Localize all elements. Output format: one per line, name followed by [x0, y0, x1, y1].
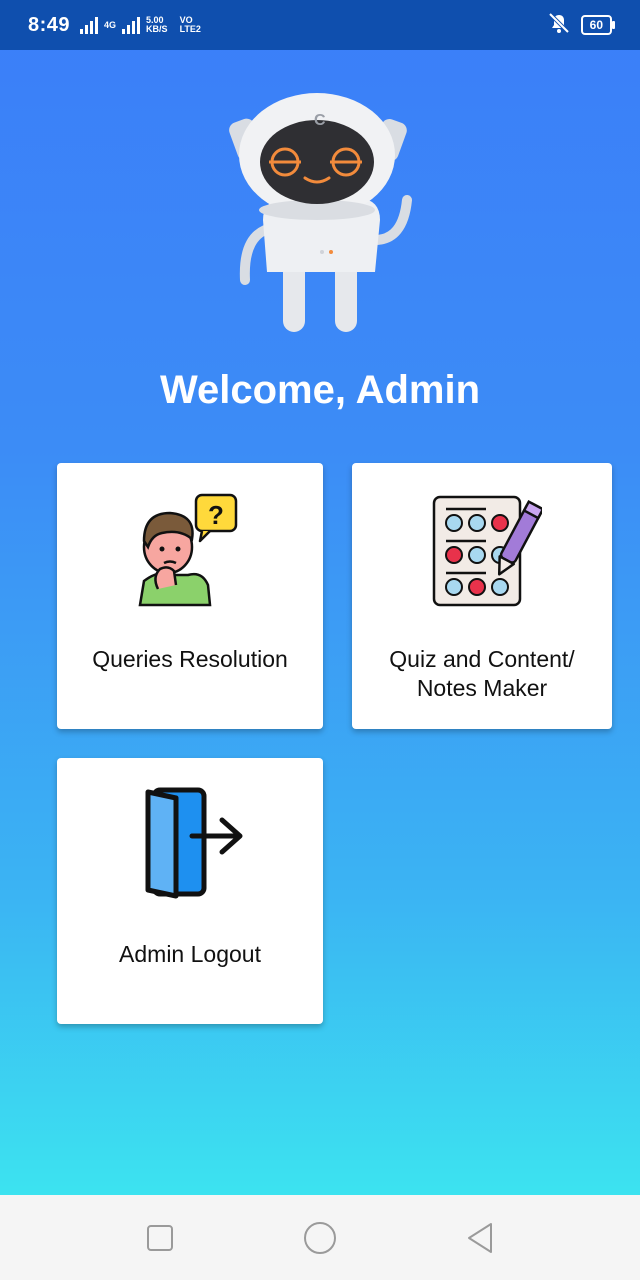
robot-mascot: C — [225, 90, 425, 340]
net-speed: 5.00 KB/S — [146, 16, 174, 34]
status-bar: 8:49 4G 5.00 KB/S VO LTE2 60 — [0, 0, 640, 50]
quiz-label-line-2: Notes Maker — [416, 675, 548, 701]
signal-icon — [80, 16, 99, 34]
admin-logout-label: Admin Logout — [119, 941, 261, 967]
thinking-person-question-icon: ? — [130, 489, 250, 609]
robot-badge-letter: C — [314, 112, 326, 129]
system-nav-bar — [0, 1195, 640, 1280]
queries-resolution-card[interactable]: ? Queries Resolution — [57, 463, 323, 729]
svg-text:?: ? — [208, 500, 224, 530]
quiz-sheet-pen-icon — [422, 489, 545, 609]
network-type: 4G — [104, 19, 117, 30]
quiz-content-notes-maker-label: Quiz and Content/ Notes Maker — [367, 645, 597, 703]
app-screen: 8:49 4G 5.00 KB/S VO LTE2 60 C Welcome, … — [0, 0, 640, 1280]
recents-square-icon[interactable] — [140, 1218, 180, 1258]
queries-resolution-label: Queries Resolution — [92, 646, 288, 672]
status-right-group: 60 — [547, 12, 616, 39]
volte-bottom: LTE2 — [179, 24, 201, 34]
net-speed-unit: KB/S — [146, 24, 168, 34]
welcome-title: Welcome, Admin — [159, 368, 481, 412]
door-exit-icon — [130, 784, 250, 904]
signal-icon — [122, 16, 141, 34]
admin-logout-card[interactable]: Admin Logout — [57, 758, 323, 1024]
mute-icon — [547, 12, 571, 39]
battery-icon: 60 — [580, 15, 616, 35]
quiz-label-line-1: Quiz and Content/ — [389, 646, 575, 672]
status-time: 8:49 — [28, 13, 71, 36]
quiz-content-notes-maker-card[interactable]: Quiz and Content/ Notes Maker — [352, 463, 612, 729]
volte-indicator: VO LTE2 — [180, 16, 207, 34]
home-circle-icon[interactable] — [300, 1218, 340, 1258]
back-triangle-icon[interactable] — [460, 1218, 500, 1258]
